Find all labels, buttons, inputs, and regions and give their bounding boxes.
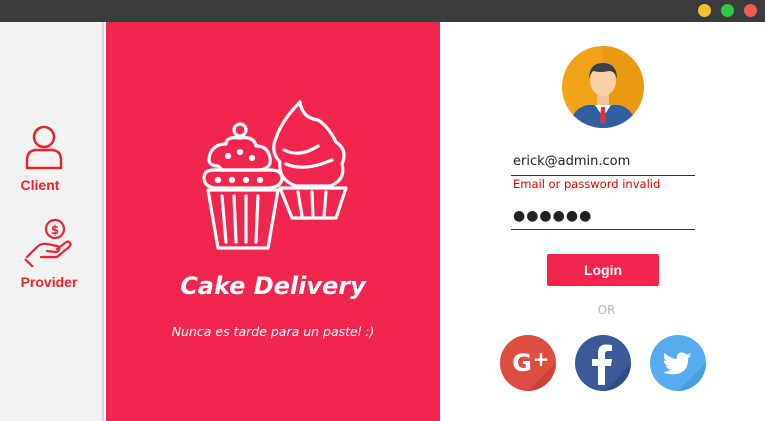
email-field[interactable] [511,148,695,176]
hero-panel: Cake Delivery Nunca es tarde para un pas… [106,22,440,421]
login-button[interactable]: Login [547,254,659,286]
sidebar-item-provider[interactable]: $ Provider [0,217,100,290]
sidebar-item-label: Client [20,177,60,193]
or-divider: OR [597,303,616,317]
svg-text:+: + [533,347,550,371]
facebook-icon[interactable] [575,335,631,391]
businessman-avatar-icon [562,46,644,128]
twitter-icon[interactable] [650,335,706,391]
svg-text:$: $ [51,223,59,237]
cupcake-icon [202,100,348,250]
window-titlebar [0,0,765,22]
user-icon [25,125,63,170]
sidebar-item-label: Provider [20,274,78,290]
maximize-window-button[interactable] [721,4,734,17]
minimize-window-button[interactable] [698,4,711,17]
brand-tagline: Nunca es tarde para un pastel :) [171,324,375,339]
svg-text:G: G [512,349,532,377]
brand-title: Cake Delivery [180,272,366,300]
google-plus-icon[interactable]: G + [500,335,556,391]
sidebar: Client $ Provider [0,22,104,421]
close-window-button[interactable] [744,4,757,17]
login-error-message: Email or password invalid [513,177,661,191]
hand-coin-icon: $ [24,218,72,268]
login-panel: Email or password invalid Login OR G + [440,22,765,421]
password-field[interactable] [511,202,695,230]
sidebar-item-client[interactable]: Client [0,124,100,193]
